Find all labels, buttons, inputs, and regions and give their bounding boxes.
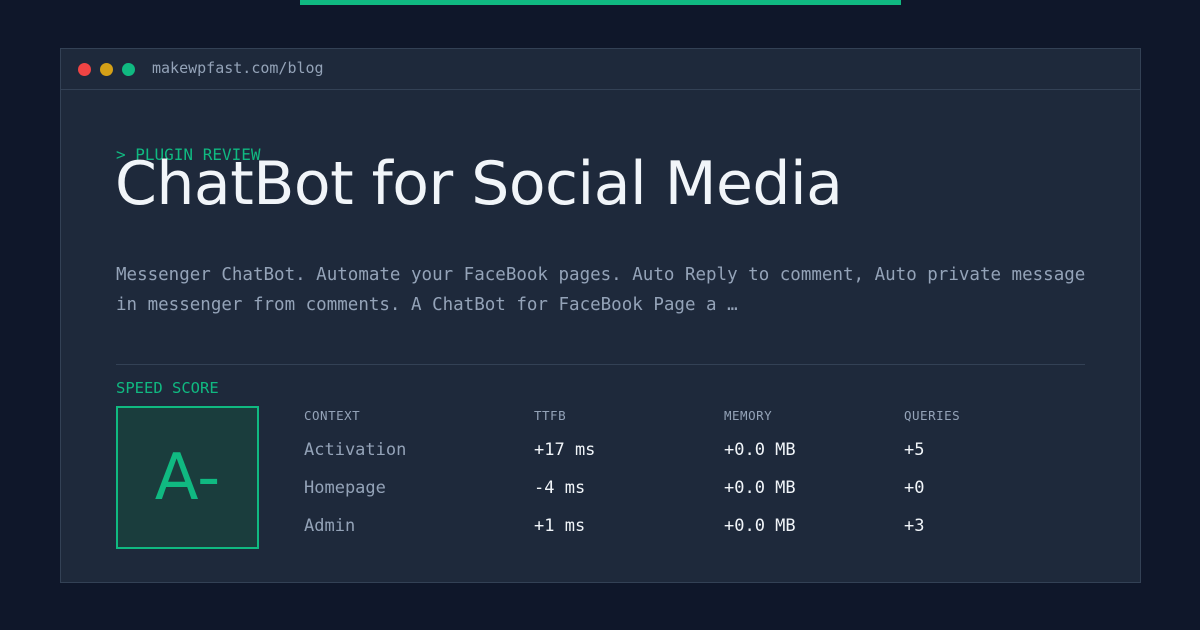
address-url[interactable]: makewpfast.com/blog <box>152 58 324 78</box>
window-titlebar: makewpfast.com/blog <box>61 49 1140 90</box>
close-window-dot-icon[interactable] <box>78 63 91 76</box>
page-title: ChatBot for Social Media <box>115 149 843 219</box>
row-queries: +3 <box>904 516 925 536</box>
speed-grade-box: A- <box>116 406 259 549</box>
speed-grade: A- <box>154 440 221 515</box>
maximize-window-dot-icon[interactable] <box>122 63 135 76</box>
row-ttfb: -4 ms <box>534 478 586 498</box>
row-context: Homepage <box>304 478 386 498</box>
section-divider <box>116 364 1085 365</box>
minimize-window-dot-icon[interactable] <box>100 63 113 76</box>
row-queries: +0 <box>904 478 925 498</box>
row-memory: +0.0 MB <box>724 516 796 536</box>
row-memory: +0.0 MB <box>724 440 796 460</box>
row-context: Admin <box>304 516 356 536</box>
speed-score-label: SPEED SCORE <box>116 379 219 397</box>
row-memory: +0.0 MB <box>724 478 796 498</box>
article-description: Messenger ChatBot. Automate your FaceBoo… <box>116 265 1086 315</box>
top-accent-bar <box>300 0 901 5</box>
row-context: Activation <box>304 440 407 460</box>
row-queries: +5 <box>904 440 925 460</box>
column-header-memory: MEMORY <box>724 408 773 423</box>
column-header-queries: QUERIES <box>904 408 961 423</box>
column-header-ttfb: TTFB <box>534 408 567 423</box>
row-ttfb: +1 ms <box>534 516 586 536</box>
browser-window: makewpfast.com/blog > PLUGIN REVIEW Chat… <box>60 48 1141 583</box>
row-ttfb: +17 ms <box>534 440 596 460</box>
column-header-context: CONTEXT <box>304 408 361 423</box>
